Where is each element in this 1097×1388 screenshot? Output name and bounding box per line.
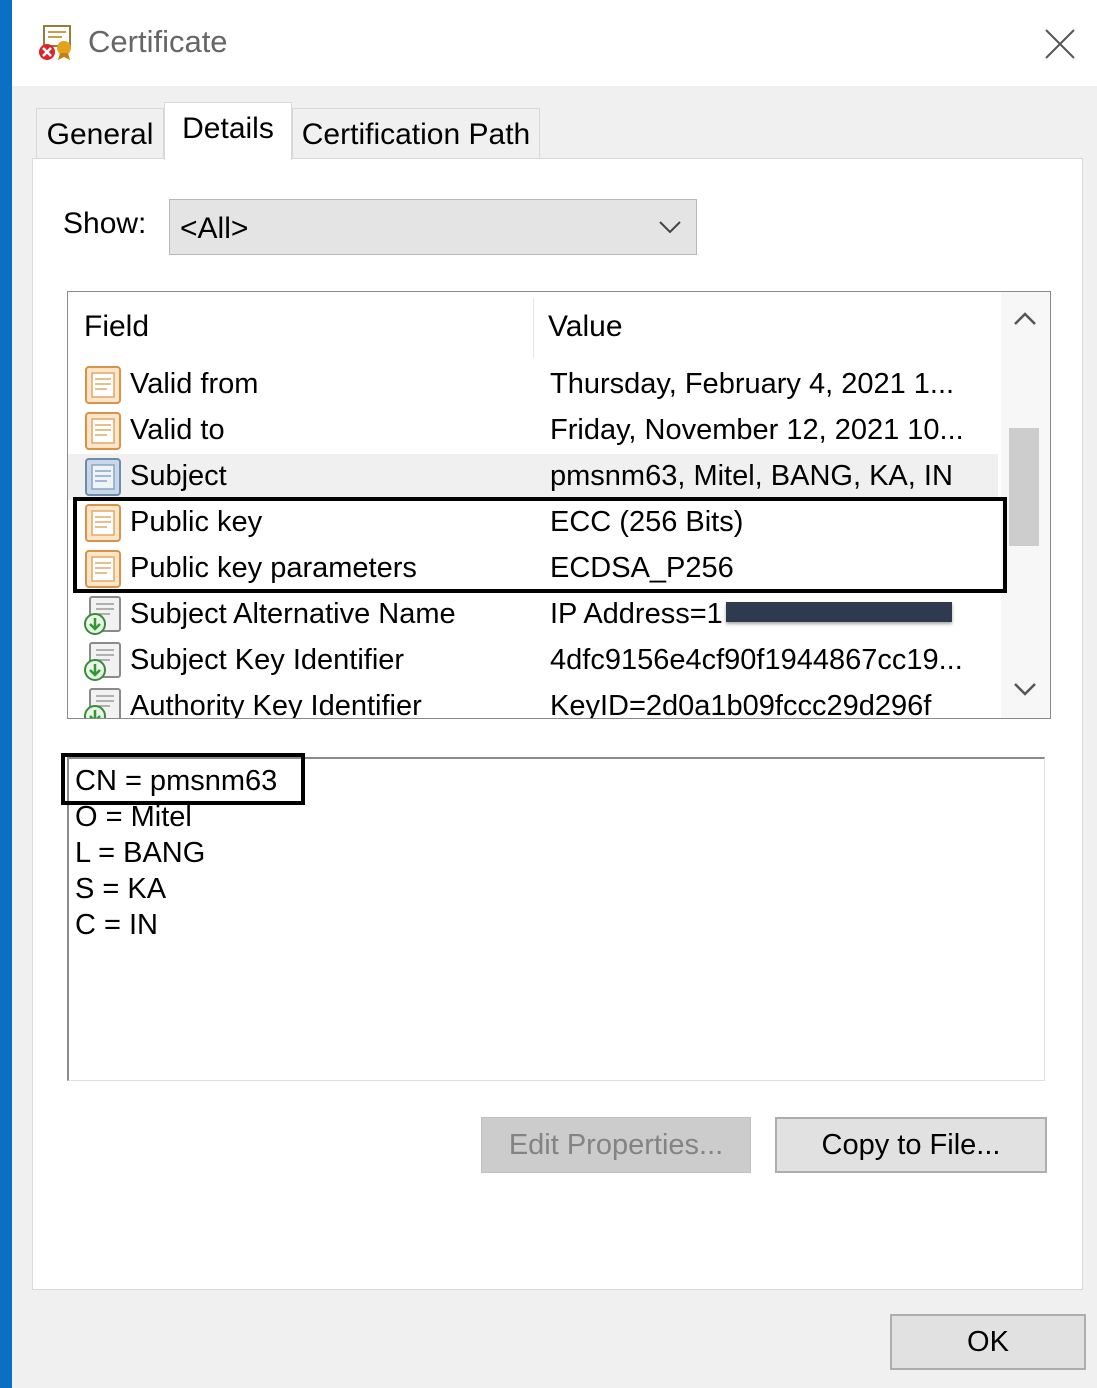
extension-icon [84,688,121,718]
ok-label: OK [967,1325,1009,1358]
column-separator[interactable] [533,298,534,358]
extension-icon [84,596,121,635]
column-header-value[interactable]: Value [548,310,623,344]
edit-properties-button[interactable]: Edit Properties... [481,1117,751,1173]
copy-to-file-label: Copy to File... [821,1128,1001,1161]
tab-certification-path-label: Certification Path [301,117,531,151]
property-icon [85,366,121,404]
list-row-valid-from[interactable]: Valid from Thursday, February 4, 2021 1.… [68,362,998,408]
scrollbar-thumb[interactable] [1009,428,1039,546]
field-name: Subject Key Identifier [130,644,405,676]
show-dropdown[interactable]: <All> [169,199,697,255]
tab-details[interactable]: Details [164,102,292,160]
list-row-public-key-parameters[interactable]: Public key parameters ECDSA_P256 [68,546,998,592]
field-name: Subject Alternative Name [130,598,456,630]
field-name: Public key [130,506,263,538]
detail-line: C = IN [75,909,158,941]
detail-line: CN = pmsnm63 [75,765,278,797]
property-icon [85,504,121,542]
field-detail-textbox[interactable]: CN = pmsnm63 O = Mitel L = BANG S = KA C… [67,757,1045,1081]
window-accent-border [0,0,12,1388]
list-row-subject[interactable]: Subject pmsnm63, Mitel, BANG, KA, IN [68,454,998,500]
property-icon [85,458,121,496]
field-value: Thursday, February 4, 2021 1... [550,368,955,400]
chevron-down-icon[interactable] [1013,680,1037,698]
field-value: ECC (256 Bits) [550,506,744,538]
tab-general[interactable]: General [36,108,164,160]
property-icon [85,412,121,450]
tab-general-label: General [46,117,154,151]
list-row-public-key[interactable]: Public key ECC (256 Bits) [68,500,998,546]
show-dropdown-value: <All> [180,212,249,245]
detail-line: O = Mitel [75,801,192,833]
tab-details-label: Details [182,111,274,145]
property-icon [85,550,121,588]
detail-line: S = KA [75,873,167,905]
certificate-dialog: Certificate General Details Certificatio… [12,0,1097,1388]
edit-properties-label: Edit Properties... [508,1128,724,1161]
column-header-field[interactable]: Field [84,310,149,344]
detail-line: L = BANG [75,837,206,869]
fields-list[interactable]: Field Value Valid from Thursday, Februar… [67,291,1051,719]
ok-button[interactable]: OK [890,1314,1086,1370]
list-scrollbar[interactable] [1001,292,1050,718]
list-row-authority-key-identifier[interactable]: Authority Key Identifier KeyID=2d0a1b09f… [68,684,998,719]
redaction-bar [726,602,952,622]
list-row-subject-alternative-name[interactable]: Subject Alternative Name IP Address=1 [68,592,998,638]
extension-icon [84,642,121,681]
field-name: Public key parameters [130,552,417,584]
close-icon[interactable] [1038,22,1082,66]
field-name: Valid from [130,368,259,400]
copy-to-file-button[interactable]: Copy to File... [775,1117,1047,1173]
field-value: ECDSA_P256 [550,552,734,584]
field-name: Valid to [130,414,225,446]
field-value: KeyID=2d0a1b09fccc29d296f [550,690,932,719]
show-label: Show: [63,207,147,240]
field-value: pmsnm63, Mitel, BANG, KA, IN [550,460,953,492]
list-row-subject-key-identifier[interactable]: Subject Key Identifier 4dfc9156e4cf90f19… [68,638,998,684]
certificate-error-icon [39,25,71,60]
details-panel: Show: <All> Field Value Valid from Thurs… [32,158,1083,1290]
chevron-down-icon [659,221,681,234]
field-value: 4dfc9156e4cf90f1944867cc19... [550,644,963,676]
list-row-valid-to[interactable]: Valid to Friday, November 12, 2021 10... [68,408,998,454]
field-name: Authority Key Identifier [130,690,422,719]
tab-certification-path[interactable]: Certification Path [292,108,540,160]
window-title: Certificate [88,24,228,59]
field-value: Friday, November 12, 2021 10... [550,414,964,446]
title-bar: Certificate [12,0,1097,86]
chevron-up-icon[interactable] [1013,310,1037,328]
field-name: Subject [130,460,227,492]
